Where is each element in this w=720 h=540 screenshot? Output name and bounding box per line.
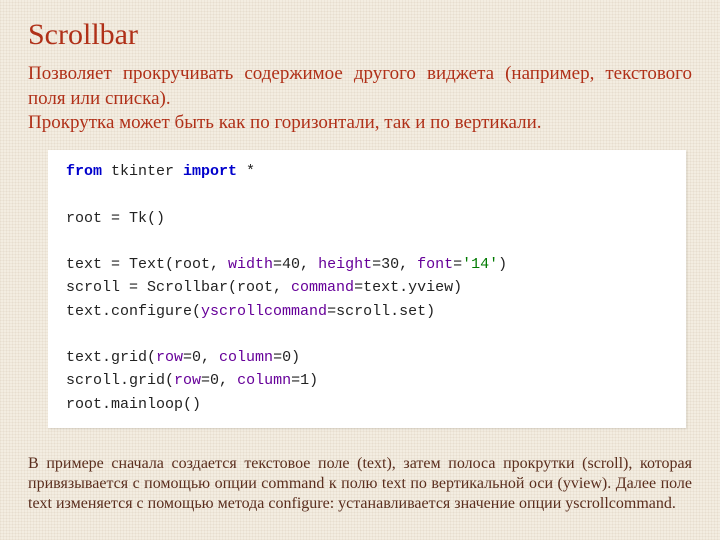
code-line: text.grid(row=0, column=0) [66,346,674,369]
code-text: =30, [372,256,417,273]
page-title: Scrollbar [28,18,692,52]
kwarg-column: column [237,372,291,389]
intro-text: Позволяет прокручивать содержимое другог… [28,62,692,136]
code-text: scroll = Scrollbar(root, [66,279,291,296]
intro-line-1: Позволяет прокручивать содержимое другог… [28,62,692,111]
code-blank-line [66,323,674,346]
code-text: text = Text(root, [66,256,228,273]
keyword-from: from [66,163,102,180]
code-text: =1) [291,372,318,389]
kwarg-command: command [291,279,354,296]
code-line: text = Text(root, width=40, height=30, f… [66,253,674,276]
code-text: text.grid( [66,349,156,366]
code-text: =0, [183,349,219,366]
code-line: text.configure(yscrollcommand=scroll.set… [66,300,674,323]
code-line: root.mainloop() [66,393,674,416]
code-text: =scroll.set) [327,303,435,320]
intro-line-2: Прокрутка может быть как по горизонтали,… [28,111,692,136]
code-blank-line [66,183,674,206]
kwarg-width: width [228,256,273,273]
code-line: from tkinter import * [66,160,674,183]
kwarg-yscrollcommand: yscrollcommand [201,303,327,320]
kwarg-column: column [219,349,273,366]
kwarg-row: row [174,372,201,389]
code-text: text.configure( [66,303,201,320]
kwarg-font: font [417,256,453,273]
code-text: * [237,163,255,180]
kwarg-height: height [318,256,372,273]
code-line: scroll.grid(row=0, column=1) [66,369,674,392]
code-line: scroll = Scrollbar(root, command=text.yv… [66,276,674,299]
code-text: =0, [201,372,237,389]
code-text: =0) [273,349,300,366]
code-text: tkinter [102,163,183,180]
code-text: ) [498,256,507,273]
kwarg-row: row [156,349,183,366]
code-example: from tkinter import * root = Tk() text =… [48,150,686,428]
explanation-text: В примере сначала создается текстовое по… [28,454,692,514]
code-text: =40, [273,256,318,273]
code-blank-line [66,230,674,253]
code-text: = [453,256,462,273]
code-text: scroll.grid( [66,372,174,389]
code-text: =text.yview) [354,279,462,296]
code-line: root = Tk() [66,207,674,230]
string-literal: '14' [462,256,498,273]
keyword-import: import [183,163,237,180]
